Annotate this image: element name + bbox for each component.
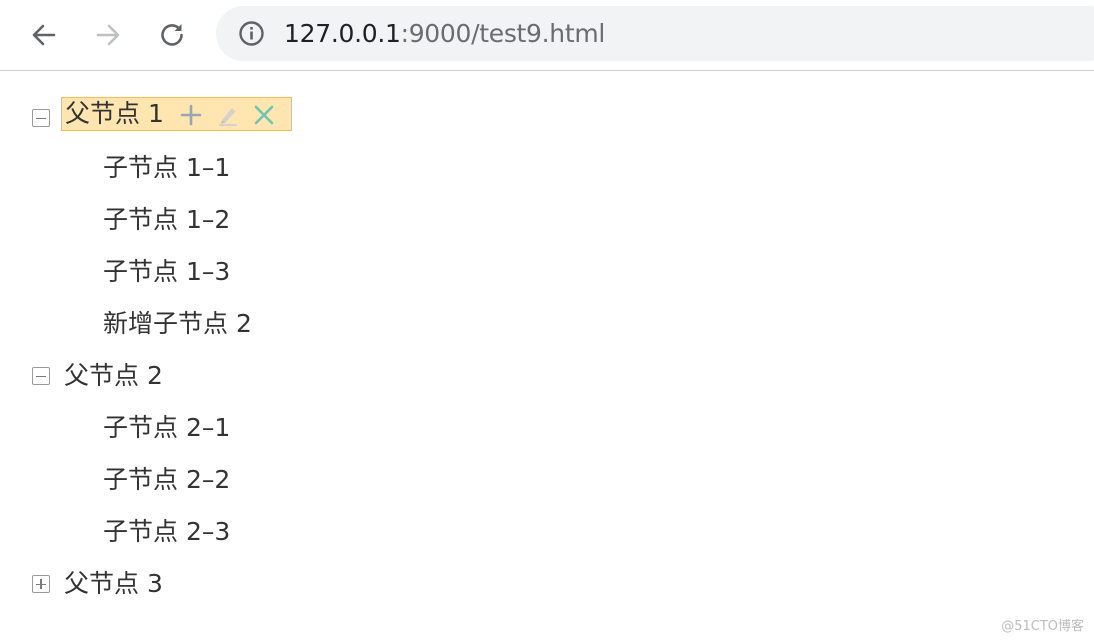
node-label[interactable]: 父节点 3 <box>64 567 163 601</box>
node-label: 新增子节点 2 <box>103 309 252 338</box>
tree-node-parent-1: 父节点 1 <box>0 97 400 137</box>
url-text[interactable]: 127.0.0.1:9000/test9.html <box>284 18 605 50</box>
arrow-right-icon <box>96 24 120 46</box>
tree-node-parent-2: 父节点 2 <box>0 356 400 396</box>
close-icon[interactable] <box>252 103 276 127</box>
tree-node[interactable]: 子节点 2–3 <box>103 512 230 552</box>
node-label: 子节点 1–3 <box>103 257 231 286</box>
reload-icon <box>161 24 183 46</box>
plus-icon[interactable] <box>179 103 203 127</box>
node-label: 父节点 1 <box>65 99 164 128</box>
node-label[interactable]: 父节点 2 <box>64 359 163 393</box>
tree-node-parent-3: 父节点 3 <box>0 564 400 604</box>
reload-button[interactable] <box>153 16 191 54</box>
expand-switch[interactable] <box>32 575 50 593</box>
collapse-switch[interactable] <box>32 367 50 385</box>
pencil-icon[interactable] <box>216 103 240 127</box>
forward-button[interactable] <box>89 16 127 54</box>
node-label: 子节点 1–2 <box>103 205 231 234</box>
browser-toolbar: 127.0.0.1:9000/test9.html <box>0 0 1094 71</box>
tree-node[interactable]: 子节点 1–3 <box>103 252 230 292</box>
tree-node[interactable]: 子节点 2–2 <box>103 460 230 500</box>
info-icon[interactable] <box>238 20 265 47</box>
node-label: 子节点 2–3 <box>103 517 231 546</box>
tree-node[interactable]: 子节点 2–1 <box>103 408 230 448</box>
selected-node-label[interactable]: 父节点 1 <box>61 97 292 131</box>
back-button[interactable] <box>25 16 63 54</box>
collapse-switch[interactable] <box>32 109 50 127</box>
tree-node[interactable]: 新增子节点 2 <box>103 304 252 344</box>
arrow-left-icon <box>32 24 56 46</box>
node-label: 子节点 1–1 <box>103 153 231 182</box>
watermark: @51CTO博客 <box>1001 619 1084 634</box>
url-path: :9000/test9.html <box>400 19 606 48</box>
tree-node[interactable]: 子节点 1–1 <box>103 148 230 188</box>
url-host: 127.0.0.1 <box>284 19 401 48</box>
node-label: 子节点 2–2 <box>103 465 231 494</box>
tree-node[interactable]: 子节点 1–2 <box>103 200 230 240</box>
node-label: 子节点 2–1 <box>103 413 231 442</box>
address-bar[interactable]: 127.0.0.1:9000/test9.html <box>216 6 1094 61</box>
